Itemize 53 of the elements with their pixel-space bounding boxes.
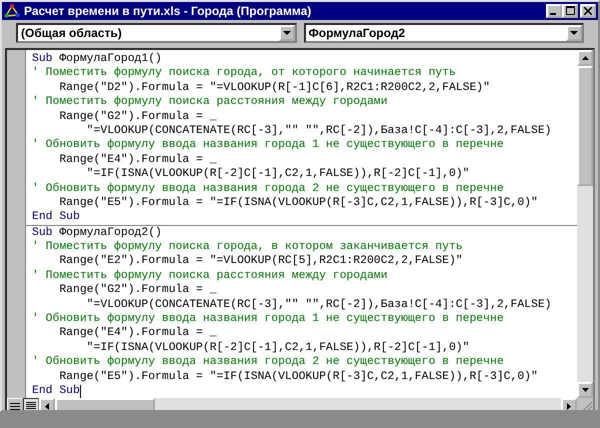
code-line: "=VLOOKUP(CONCATENATE(RC[-3],"" "",RC[-2]),База!C[-4]:C[-3],2,FALSE) — [86, 124, 552, 138]
lines-icon — [26, 402, 36, 410]
right-arrow-icon — [567, 402, 571, 410]
window-title: Расчет времени в пути.xls - Города (Программа) — [24, 4, 312, 18]
comment-line: ' Поместить формулу поиска расстояния между городами — [32, 268, 388, 284]
minimize-button[interactable] — [546, 4, 562, 18]
code-line: ФормулаГород2() — [59, 226, 162, 240]
comment-line: ' Поместить формулу поиска расстояния между городами — [32, 95, 388, 110]
code-line: Range("E5").Formula = "=IF(ISNA(VLOOKUP(R[-3]C,C2,1,FALSE)),R[-3]C,0)" — [58, 196, 538, 210]
code-line: Range("E2").Formula = "=VLOOKUP(RC[5],R2C1:R200C2,2,FALSE)" — [58, 254, 463, 269]
code-line: "=IF(ISNA(VLOOKUP(R[-2]C[-1],C2,1,FALSE)),R[-2]C[-1],0)" — [86, 340, 470, 356]
scroll-up-button[interactable] — [577, 50, 593, 66]
code-line: Range("E4").Formula = _ — [58, 152, 217, 168]
comment-line: ' Обновить формулу ввода названия города 1 не существующего в перечне — [32, 138, 504, 153]
dropdown-arrow-icon — [282, 31, 290, 35]
up-arrow-icon — [582, 56, 588, 60]
code-line: Range("E4").Formula = _ — [58, 326, 217, 341]
keyword: End Sub — [32, 210, 80, 225]
scroll-right-button[interactable] — [561, 398, 577, 410]
procedure-dropdown[interactable]: ФормулаГород2 — [304, 23, 584, 43]
app-icon — [4, 3, 20, 19]
full-module-view-button[interactable] — [23, 398, 39, 410]
code-line: Range("E5").Formula = "=IF(ISNA(VLOOKUP(R[-3]C,C2,1,FALSE)),R[-3]C,0)" — [58, 370, 538, 384]
code-line: "=IF(ISNA(VLOOKUP(R[-2]C[-1],C2,1,FALSE)),R[-2]C[-1],0)" — [86, 167, 470, 182]
comment-line: ' Поместить формулу поиска города, в котором заканчивается путь — [32, 240, 463, 254]
code-line: "=VLOOKUP(CONCATENATE(RC[-3],"" "",RC[-2]),База!C[-4]:C[-3],2,FALSE) — [86, 298, 552, 312]
object-dropdown[interactable]: (Общая область) — [16, 23, 296, 43]
close-button[interactable] — [580, 4, 596, 18]
code-line: Range("G2").Formula = _ — [58, 110, 217, 124]
keyword: Sub — [32, 52, 53, 66]
code-line: Range("G2").Formula = _ — [58, 283, 217, 298]
left-arrow-icon — [45, 402, 49, 410]
keyword: Sub — [32, 226, 53, 240]
code-line: Range("D2").Formula = "=VLOOKUP(R[-1]C[6],R2C1:R200C2,2,FALSE)" — [58, 80, 490, 96]
procedure-view-button[interactable] — [7, 398, 23, 410]
close-icon — [584, 6, 592, 14]
lines-icon — [10, 402, 20, 410]
horizontal-scrollbar[interactable] — [39, 398, 577, 410]
maximize-icon — [566, 6, 574, 15]
comment-line: ' Обновить формулу ввода названия города 2 не существующего в перечне — [32, 182, 504, 196]
comment-line: ' Обновить формулу ввода названия города 1 не существующего в перечне — [32, 312, 504, 326]
down-arrow-icon — [582, 388, 588, 392]
scroll-thumb[interactable] — [55, 398, 155, 410]
code-line: ФормулаГород1() — [59, 52, 162, 66]
comment-line: ' Поместить формулу поиска города, от которого начинается путь — [32, 66, 456, 81]
scroll-left-button[interactable] — [39, 398, 55, 410]
comment-line: ' Обновить формулу ввода названия города 2 не существующего в перечне — [32, 355, 504, 370]
maximize-button[interactable] — [562, 4, 578, 18]
keyword: End Sub — [32, 384, 80, 398]
scroll-down-button[interactable] — [577, 382, 593, 398]
vertical-scrollbar[interactable] — [577, 50, 593, 398]
scroll-thumb[interactable] — [577, 66, 593, 186]
dropdown-arrow-icon — [570, 31, 578, 35]
